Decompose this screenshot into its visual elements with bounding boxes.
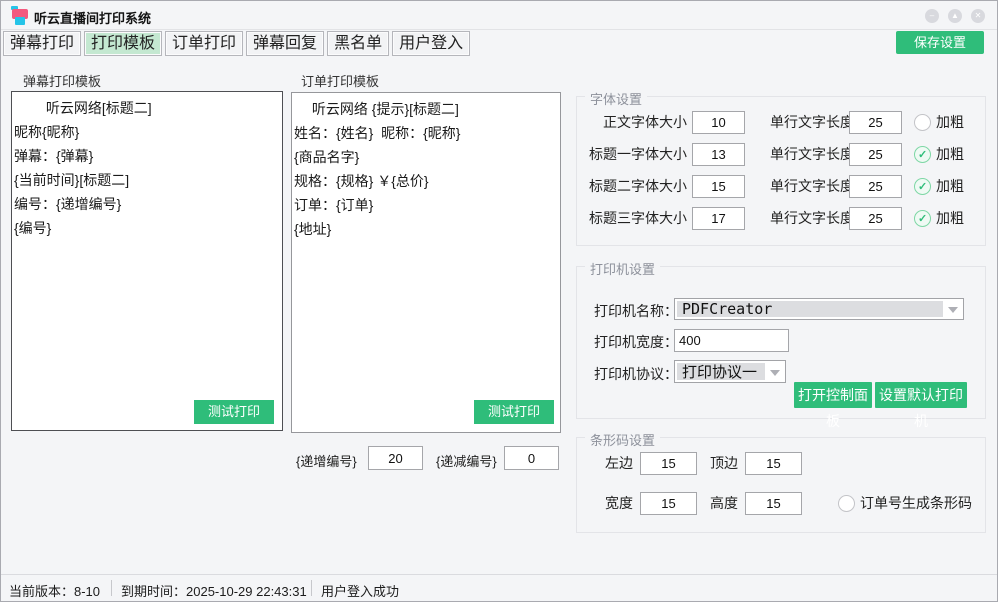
- close-button[interactable]: ✕: [971, 9, 985, 23]
- barcode-width-input[interactable]: [640, 492, 697, 515]
- bold-checkbox-2[interactable]: [914, 178, 931, 195]
- statusbar-divider: [311, 580, 312, 596]
- danmu-template-editor[interactable]: 听云网络[标题二] 昵称{昵称} 弹幕：{弹幕} {当前时间}[标题二] 编号：…: [11, 91, 283, 431]
- barcode-top-label: 顶边: [710, 452, 738, 475]
- barcode-height-label: 高度: [710, 492, 738, 515]
- tab-user-login[interactable]: 用户登入: [392, 31, 470, 56]
- title3-font-size-input[interactable]: [692, 207, 745, 230]
- version-status: 当前版本：8-10: [9, 581, 100, 600]
- order-template-editor[interactable]: 听云网络 {提示}[标题二] 姓名：{姓名} 昵称：{昵称} {商品名字} 规格…: [291, 92, 561, 433]
- bold-checkbox-0[interactable]: [914, 114, 931, 131]
- tab-danmu-print[interactable]: 弹幕打印: [3, 31, 81, 56]
- tabbar: 弹幕打印 打印模板 订单打印 弹幕回复 黑名单 用户登入: [3, 31, 470, 56]
- increment-number-label: {递增编号}: [296, 451, 357, 470]
- body-font-size-input[interactable]: [692, 111, 745, 134]
- expire-time-status: 到期时间：2025-10-29 22:43:31: [121, 581, 307, 600]
- barcode-left-label: 左边: [605, 452, 633, 475]
- barcode-settings-title: 条形码设置: [585, 430, 660, 449]
- bold-checkbox-1[interactable]: [914, 146, 931, 163]
- printer-settings-title: 打印机设置: [585, 259, 660, 278]
- title2-font-size-input[interactable]: [692, 175, 745, 198]
- maximize-button[interactable]: ▲: [948, 9, 962, 23]
- statusbar: 当前版本：8-10 到期时间：2025-10-29 22:43:31 用户登入成…: [1, 574, 997, 601]
- body-font-size-label: 正文字体大小: [582, 111, 687, 134]
- title3-line-length-input[interactable]: [849, 207, 902, 230]
- decrement-number-label: {递减编号}: [436, 451, 497, 470]
- minimize-button[interactable]: –: [925, 9, 939, 23]
- title2-line-length-input[interactable]: [849, 175, 902, 198]
- printer-name-select[interactable]: PDFCreator: [674, 298, 964, 320]
- font-settings-group: 字体设置 正文字体大小 单行文字长度 加粗 标题一字体大小 单行文字长度 加粗 …: [576, 96, 986, 246]
- printer-width-input[interactable]: [674, 329, 789, 352]
- title1-line-length-input[interactable]: [849, 143, 902, 166]
- printer-width-label: 打印机宽度：: [594, 331, 678, 354]
- decrement-number-input[interactable]: [504, 446, 559, 470]
- statusbar-divider: [111, 580, 112, 596]
- printer-settings-group: 打印机设置 打印机名称： PDFCreator 打印机宽度： 打印机协议： 打印…: [576, 266, 986, 419]
- printer-protocol-label: 打印机协议：: [594, 363, 678, 386]
- save-settings-button[interactable]: 保存设置: [896, 31, 984, 54]
- printer-name-value: PDFCreator: [677, 301, 943, 317]
- order-barcode-radio[interactable]: [838, 495, 855, 512]
- printer-protocol-value: 打印协议一: [677, 363, 765, 380]
- tab-danmu-reply[interactable]: 弹幕回复: [246, 31, 324, 56]
- title1-font-size-input[interactable]: [692, 143, 745, 166]
- barcode-height-input[interactable]: [745, 492, 802, 515]
- barcode-top-input[interactable]: [745, 452, 802, 475]
- bold-label: 加粗: [936, 111, 964, 134]
- title3-font-size-label: 标题三字体大小: [582, 207, 687, 230]
- bold-label: 加粗: [936, 143, 964, 166]
- danmu-template-label: 弹幕打印模板: [23, 71, 101, 90]
- barcode-width-label: 宽度: [605, 492, 633, 515]
- login-status: 用户登入成功: [321, 581, 399, 600]
- body-line-length-input[interactable]: [849, 111, 902, 134]
- app-title: 听云直播间打印系统: [34, 8, 151, 27]
- open-control-panel-button[interactable]: 打开控制面板: [794, 382, 872, 408]
- line-length-label: 单行文字长度: [770, 207, 854, 230]
- printer-protocol-select[interactable]: 打印协议一: [674, 360, 786, 383]
- set-default-printer-button[interactable]: 设置默认打印机: [875, 382, 967, 408]
- order-template-label: 订单打印模板: [301, 71, 379, 90]
- tab-print-template[interactable]: 打印模板: [84, 31, 162, 56]
- order-barcode-label: 订单号生成条形码: [860, 492, 972, 515]
- printer-app-icon: [11, 6, 29, 25]
- barcode-settings-group: 条形码设置 左边 顶边 宽度 高度 订单号生成条形码: [576, 437, 986, 533]
- chevron-down-icon: [770, 370, 780, 376]
- line-length-label: 单行文字长度: [770, 111, 854, 134]
- printer-name-label: 打印机名称：: [594, 300, 678, 323]
- tab-order-print[interactable]: 订单打印: [165, 31, 243, 56]
- title2-font-size-label: 标题二字体大小: [582, 175, 687, 198]
- bold-label: 加粗: [936, 207, 964, 230]
- line-length-label: 单行文字长度: [770, 175, 854, 198]
- bold-label: 加粗: [936, 175, 964, 198]
- order-test-print-button[interactable]: 测试打印: [474, 400, 554, 424]
- title1-font-size-label: 标题一字体大小: [582, 143, 687, 166]
- line-length-label: 单行文字长度: [770, 143, 854, 166]
- bold-checkbox-3[interactable]: [914, 210, 931, 227]
- tab-blacklist[interactable]: 黑名单: [327, 31, 389, 56]
- increment-number-input[interactable]: [368, 446, 423, 470]
- titlebar: 听云直播间打印系统 – ▲ ✕: [1, 1, 997, 30]
- app-window: 听云直播间打印系统 – ▲ ✕ 弹幕打印 打印模板 订单打印 弹幕回复 黑名单 …: [0, 0, 998, 602]
- font-settings-title: 字体设置: [585, 89, 647, 108]
- chevron-down-icon: [948, 307, 958, 313]
- danmu-test-print-button[interactable]: 测试打印: [194, 400, 274, 424]
- barcode-left-input[interactable]: [640, 452, 697, 475]
